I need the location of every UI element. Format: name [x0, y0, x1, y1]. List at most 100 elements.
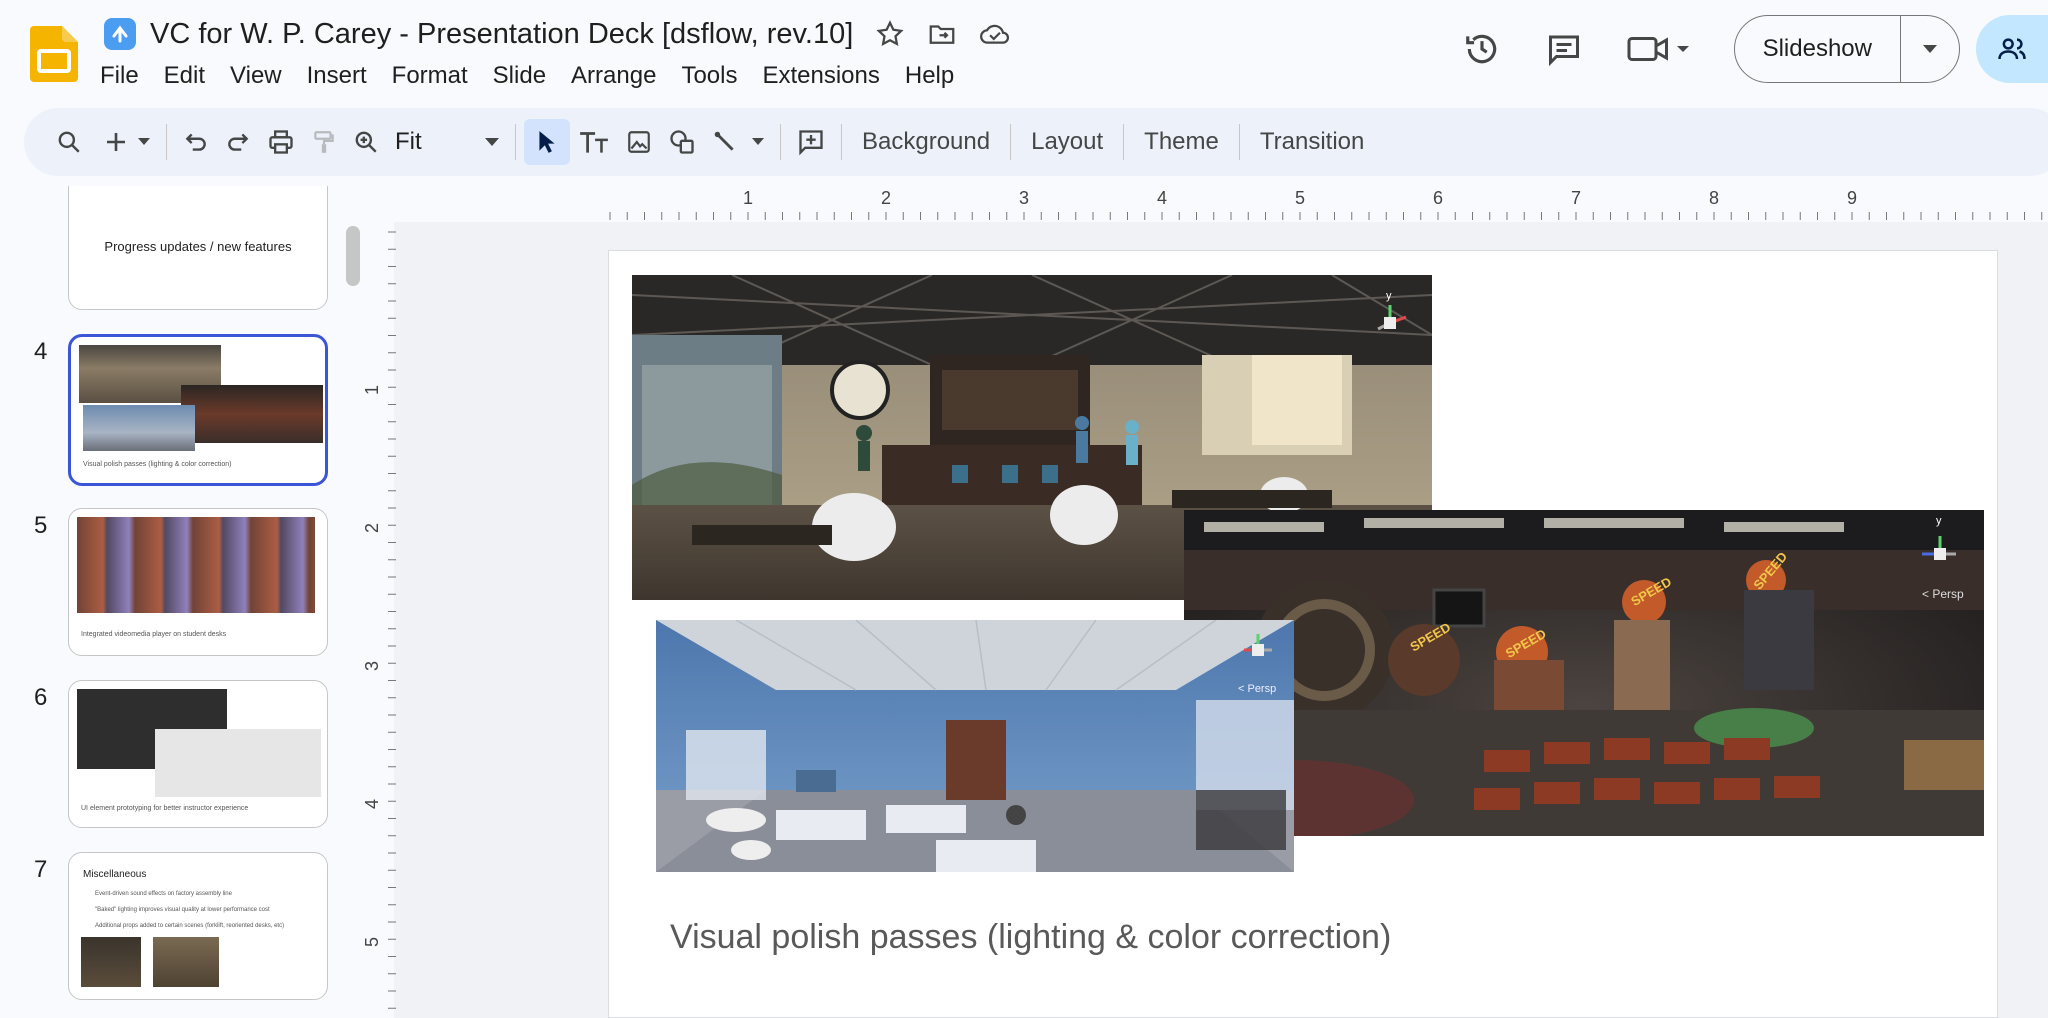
slide-thumbnail-3[interactable]: Progress updates / new features — [68, 186, 328, 310]
transition-button[interactable]: Transition — [1248, 128, 1376, 156]
menu-bar: File Edit View Insert Format Slide Arran… — [100, 58, 979, 94]
theme-button[interactable]: Theme — [1132, 128, 1231, 156]
version-history-icon[interactable] — [1460, 27, 1504, 71]
menu-tools[interactable]: Tools — [681, 58, 750, 94]
hospital-scene-image[interactable]: < Persp — [656, 620, 1294, 872]
thumbnail-image — [153, 937, 219, 987]
toolbar-divider — [780, 124, 781, 160]
menu-insert[interactable]: Insert — [307, 58, 380, 94]
thumbnail-bullet: Additional props added to certain scenes… — [95, 923, 285, 929]
line-button[interactable] — [704, 118, 772, 166]
ruler-label: 1 — [362, 385, 382, 395]
thumbnail-caption: Visual polish passes (lighting & color c… — [83, 461, 232, 468]
factory-scene-image[interactable]: SPEED SPEED SPEED SPEED y < Persp — [1184, 510, 1984, 836]
meet-camera-icon[interactable] — [1624, 27, 1694, 71]
ruler-label: 2 — [362, 523, 382, 533]
ruler-label: 7 — [1571, 188, 1581, 208]
add-comment-button[interactable] — [789, 118, 833, 166]
chevron-down-icon — [752, 138, 764, 145]
toolbar: Fit Background Layout Theme Transition — [24, 108, 2048, 176]
menu-file[interactable]: File — [100, 58, 152, 94]
zoom-select[interactable]: Fit — [387, 128, 507, 156]
layout-button[interactable]: Layout — [1019, 128, 1115, 156]
search-icon — [58, 131, 80, 153]
ruler-label: 4 — [362, 799, 382, 809]
paint-format-button[interactable] — [303, 118, 345, 166]
move-folder-icon[interactable] — [927, 19, 957, 49]
factory-scene-art: SPEED SPEED SPEED SPEED y < Persp — [1184, 510, 1984, 836]
share-button[interactable] — [1976, 15, 2048, 83]
paint-format-icon — [314, 131, 334, 153]
slideshow-options-button[interactable] — [1901, 16, 1959, 82]
menu-arrange[interactable]: Arrange — [571, 58, 669, 94]
toolbar-divider — [841, 124, 842, 160]
redo-icon — [228, 133, 249, 151]
document-title[interactable]: VC for W. P. Carey - Presentation Deck [… — [150, 18, 853, 51]
svg-text:< Persp: < Persp — [1922, 587, 1964, 601]
slideshow-button[interactable]: Slideshow — [1735, 16, 1901, 82]
slide-thumbnail-5[interactable]: Integrated videomedia player on student … — [68, 508, 328, 656]
ruler-ticks — [388, 231, 396, 1009]
shape-button[interactable] — [660, 118, 704, 166]
menu-slide[interactable]: Slide — [493, 58, 559, 94]
comments-icon[interactable] — [1542, 27, 1586, 71]
svg-text:y: y — [1936, 515, 1942, 527]
line-icon — [714, 131, 734, 151]
add-comment-icon — [799, 130, 823, 156]
header-actions: Slideshow — [1460, 14, 2048, 84]
people-icon — [1998, 38, 2026, 60]
new-slide-button[interactable] — [90, 118, 158, 166]
ruler-label: 1 — [743, 188, 753, 208]
svg-text:y: y — [1386, 290, 1392, 302]
thumbnail-caption: UI element prototyping for better instru… — [81, 805, 249, 812]
text-box-icon — [580, 132, 608, 153]
undo-button[interactable] — [175, 118, 217, 166]
menu-extensions[interactable]: Extensions — [762, 58, 892, 94]
redo-button[interactable] — [217, 118, 259, 166]
slide-number: 7 — [34, 856, 48, 883]
apps-script-icon[interactable] — [104, 18, 136, 50]
slides-app: VC for W. P. Carey - Presentation Deck [… — [0, 0, 2048, 1018]
toolbar-divider — [1010, 124, 1012, 160]
thumbnail-ui-light-panel — [155, 729, 321, 797]
slides-logo-icon[interactable] — [30, 26, 78, 82]
search-menus-button[interactable] — [48, 118, 90, 166]
zoom-button[interactable] — [345, 118, 387, 166]
slide-filmstrip[interactable]: Progress updates / new features 4 Visual… — [0, 186, 346, 1018]
ruler-label: 5 — [362, 937, 382, 947]
ruler-label: 3 — [1019, 188, 1029, 208]
slide-thumbnail-6[interactable]: UI element prototyping for better instru… — [68, 680, 328, 828]
ruler-label: 9 — [1847, 188, 1857, 208]
thumbnail-bullet: "Baked" lighting improves visual quality… — [95, 907, 270, 913]
select-tool-button[interactable] — [524, 119, 570, 165]
star-icon[interactable] — [875, 19, 905, 49]
cloud-saved-icon[interactable] — [979, 19, 1011, 49]
print-button[interactable] — [259, 118, 303, 166]
slide-thumbnail-7[interactable]: Miscellaneous Event-driven sound effects… — [68, 852, 328, 1000]
zoom-in-icon — [355, 131, 377, 153]
slide-thumbnail-4[interactable]: Visual polish passes (lighting & color c… — [68, 334, 328, 486]
plus-icon — [107, 133, 125, 151]
menu-help[interactable]: Help — [905, 58, 967, 94]
menu-view[interactable]: View — [230, 58, 295, 94]
horizontal-ruler[interactable]: 1 2 3 4 5 6 7 8 9 — [608, 186, 2048, 220]
ruler-label: 8 — [1709, 188, 1719, 208]
slide-number: 5 — [34, 512, 48, 539]
filmstrip-scrollbar[interactable] — [346, 226, 360, 286]
toolbar-divider — [166, 124, 167, 160]
hospital-scene-art: < Persp — [656, 620, 1294, 872]
shapes-icon — [670, 130, 694, 154]
thumbnail-caption: Integrated videomedia player on student … — [81, 631, 227, 638]
menu-edit[interactable]: Edit — [164, 58, 218, 94]
text-box-button[interactable] — [570, 118, 618, 166]
slideshow-button-group: Slideshow — [1733, 15, 1960, 83]
vertical-ruler[interactable]: 1 2 3 4 5 — [362, 228, 396, 1018]
ruler-label: 4 — [1157, 188, 1167, 208]
thumbnail-hospital-image — [83, 405, 195, 451]
ruler-label: 6 — [1433, 188, 1443, 208]
thumbnail-factory-image — [181, 385, 323, 443]
menu-format[interactable]: Format — [392, 58, 481, 94]
slide-caption[interactable]: Visual polish passes (lighting & color c… — [670, 918, 1391, 957]
background-button[interactable]: Background — [850, 128, 1002, 156]
insert-image-button[interactable] — [618, 118, 660, 166]
